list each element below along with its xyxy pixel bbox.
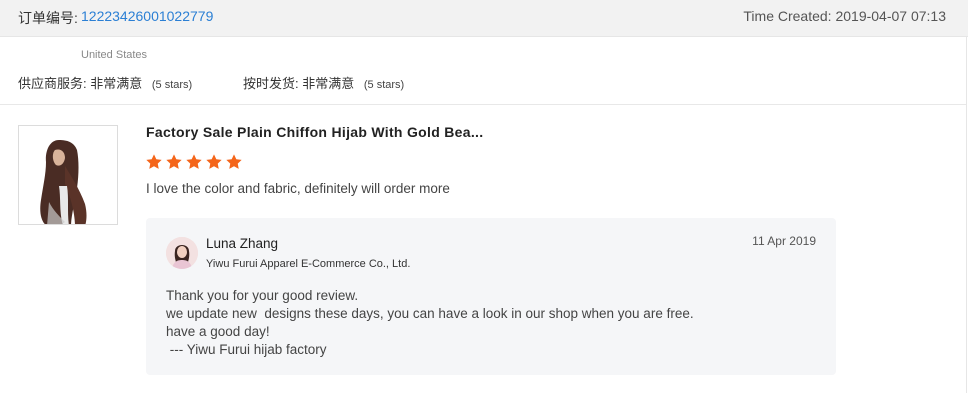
order-header-bar: 订单编号: 12223426001022779 Time Created: 20… <box>0 0 968 37</box>
avatar <box>166 237 198 269</box>
replier-company: Yiwu Furui Apparel E-Commerce Co., Ltd. <box>206 258 411 270</box>
rating-shipping-on-time: 按时发货: 非常满意 (5 stars) <box>243 73 404 92</box>
time-created: Time Created: 2019-04-07 07:13 <box>743 8 946 24</box>
reply-date: 11 Apr 2019 <box>752 234 816 248</box>
order-number-link[interactable]: 12223426001022779 <box>81 8 213 24</box>
star-icon <box>206 154 222 169</box>
product-image <box>19 126 117 224</box>
star-icon <box>166 154 182 169</box>
reply-line: --- Yiwu Furui hijab factory <box>166 342 327 357</box>
avatar-image <box>166 237 198 269</box>
rating-shipping-on-time-stars: (5 stars) <box>363 79 405 91</box>
seller-reply: Luna Zhang Yiwu Furui Apparel E-Commerce… <box>146 218 836 375</box>
reply-line: we update new designs these days, you ca… <box>166 306 694 321</box>
buyer-country: United States <box>81 49 148 61</box>
star-icon <box>186 154 202 169</box>
star-icon <box>226 154 242 169</box>
reply-line: have a good day! <box>166 324 270 339</box>
reply-message: Thank you for your good review. we updat… <box>166 287 694 359</box>
rating-supplier-service-stars: (5 stars) <box>151 79 193 91</box>
product-title[interactable]: Factory Sale Plain Chiffon Hijab With Go… <box>146 124 483 140</box>
star-icon <box>146 154 162 169</box>
rating-supplier-service-label: 供应商服务: 非常满意 <box>18 76 143 91</box>
rating-supplier-service: 供应商服务: 非常满意 (5 stars) <box>18 73 192 92</box>
rating-shipping-on-time-label: 按时发货: 非常满意 <box>243 76 355 91</box>
divider <box>0 104 966 105</box>
product-thumbnail[interactable] <box>18 125 118 225</box>
replier-name: Luna Zhang <box>206 236 279 251</box>
panel-right-border <box>966 37 967 393</box>
review-text: I love the color and fabric, definitely … <box>146 181 450 196</box>
reply-line: Thank you for your good review. <box>166 288 359 303</box>
review-star-rating <box>145 153 243 171</box>
order-number-label: 订单编号: <box>18 10 78 26</box>
